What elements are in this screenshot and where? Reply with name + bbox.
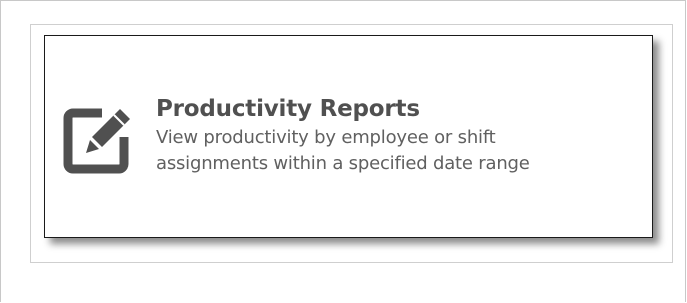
page-frame: Productivity Reports View productivity b… <box>0 0 686 302</box>
card-title: Productivity Reports <box>156 96 420 122</box>
card-text: Productivity Reports View productivity b… <box>156 95 636 177</box>
edit-icon <box>62 101 136 175</box>
card-description: View productivity by employee or shift a… <box>156 125 636 177</box>
productivity-reports-card[interactable]: Productivity Reports View productivity b… <box>44 35 653 238</box>
card-description-line-1: View productivity by employee or shift <box>156 127 496 148</box>
card-description-line-2: assignments within a specified date rang… <box>156 153 530 174</box>
